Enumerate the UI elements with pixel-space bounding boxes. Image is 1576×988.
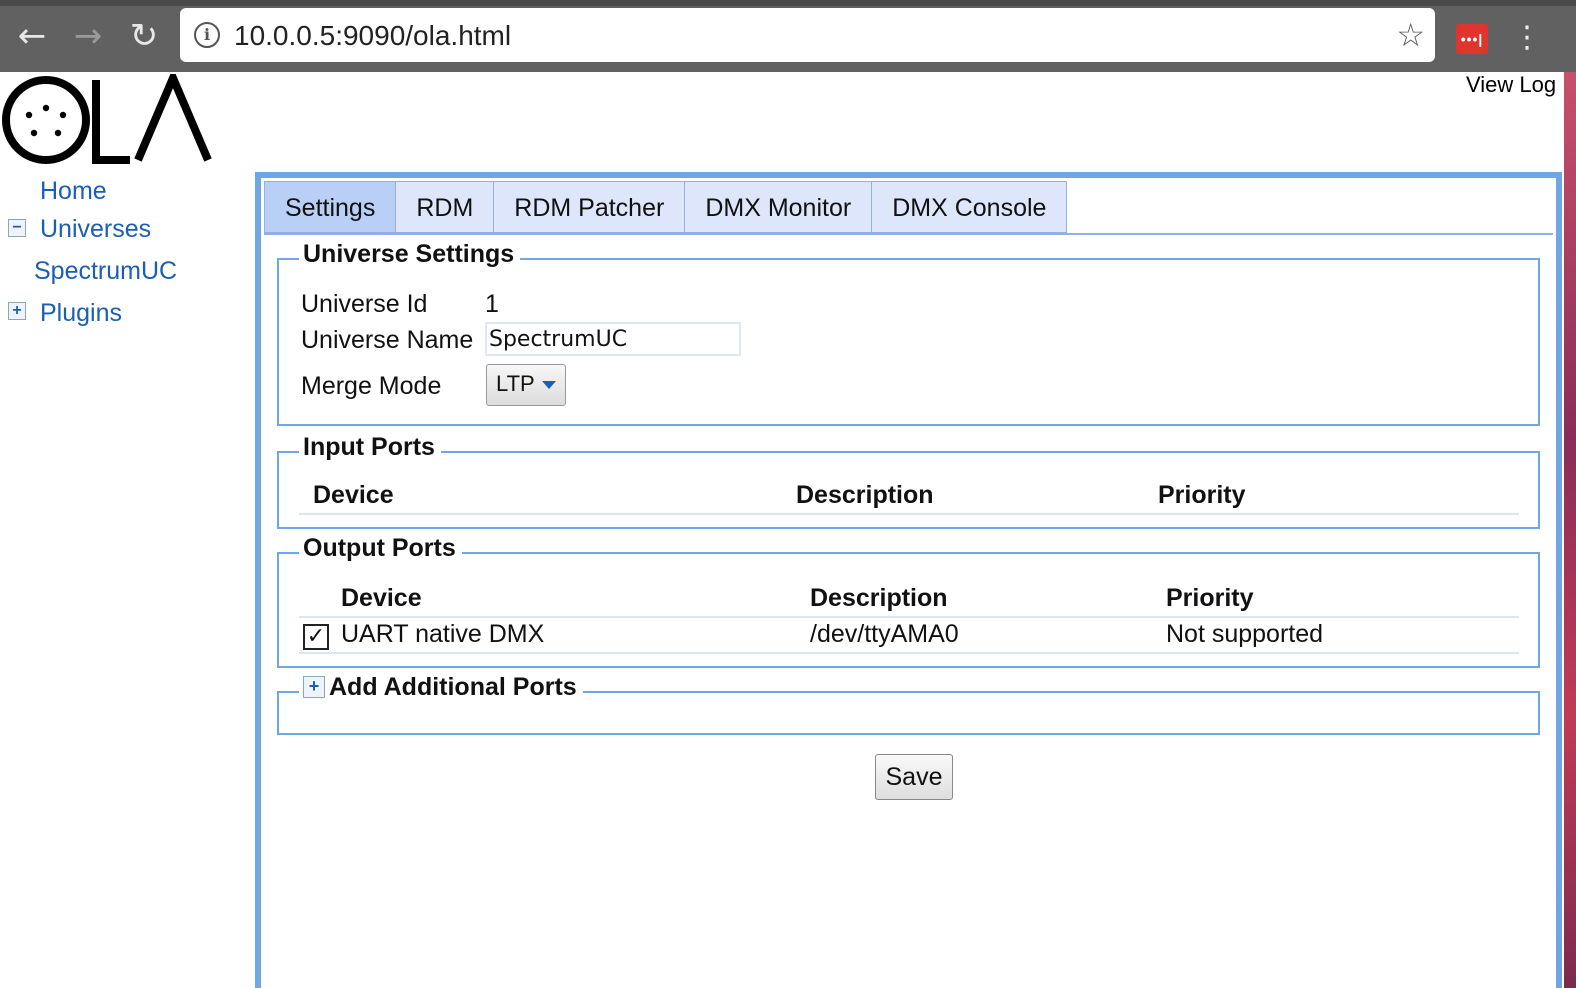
output-priority-cell: Not supported xyxy=(1166,620,1324,648)
tab-rdm[interactable]: RDM xyxy=(396,181,495,233)
input-device-header: Device xyxy=(313,481,394,509)
output-ports-legend: Output Ports xyxy=(299,534,462,563)
expand-icon[interactable]: + xyxy=(303,676,325,698)
output-device-header: Device xyxy=(341,584,422,612)
ola-logo xyxy=(2,74,212,164)
back-arrow-icon[interactable]: ← xyxy=(12,16,52,56)
info-icon[interactable]: i xyxy=(194,22,220,48)
input-priority-header: Priority xyxy=(1158,481,1246,509)
extension-icon[interactable]: •••| xyxy=(1456,24,1488,54)
sidebar-item-universes[interactable]: Universes xyxy=(40,215,151,244)
additional-ports-legend[interactable]: + Add Additional Ports xyxy=(299,673,583,702)
output-ports-section: Output Ports Device Description Priority… xyxy=(277,534,1540,668)
view-log-link[interactable]: View Log xyxy=(1466,72,1556,98)
merge-mode-select[interactable]: LTP xyxy=(486,364,566,406)
universe-settings-section: Universe Settings Universe Id 1 Universe… xyxy=(277,240,1540,426)
tab-settings[interactable]: Settings xyxy=(264,181,397,233)
merge-mode-value: LTP xyxy=(496,371,535,396)
tab-rdm-patcher[interactable]: RDM Patcher xyxy=(494,181,686,233)
output-device-cell: UART native DMX xyxy=(341,620,545,648)
window-edge xyxy=(1564,72,1576,988)
chevron-down-icon xyxy=(542,381,556,389)
input-ports-section: Input Ports Device Description Priority xyxy=(277,433,1540,529)
universe-id-label: Universe Id xyxy=(301,290,428,318)
save-button[interactable]: Save xyxy=(875,754,953,800)
sidebar-item-spectrumuc[interactable]: SpectrumUC xyxy=(34,257,177,286)
input-ports-legend: Input Ports xyxy=(299,433,441,462)
address-bar[interactable]: i 10.0.0.5:9090/ola.html ☆ xyxy=(180,8,1435,62)
tab-dmx-monitor[interactable]: DMX Monitor xyxy=(685,181,873,233)
port-enabled-checkbox[interactable]: ✓ xyxy=(303,624,329,650)
universe-name-input[interactable] xyxy=(485,322,741,356)
bookmark-star-icon[interactable]: ☆ xyxy=(1396,16,1425,54)
sidebar-item-home[interactable]: Home xyxy=(40,177,107,206)
universe-settings-legend: Universe Settings xyxy=(299,240,521,269)
output-header-rule xyxy=(299,616,1519,618)
reload-icon[interactable]: ↻ xyxy=(124,16,164,56)
forward-arrow-icon[interactable]: → xyxy=(68,16,108,56)
browser-menu-icon[interactable]: ⋮ xyxy=(1512,18,1542,58)
input-header-rule xyxy=(299,513,1519,515)
additional-ports-label: Add Additional Ports xyxy=(329,673,577,701)
browser-toolbar: ← → ↻ i 10.0.0.5:9090/ola.html ☆ •••| ⋮ xyxy=(0,0,1576,72)
output-priority-header: Priority xyxy=(1166,584,1254,612)
input-description-header: Description xyxy=(796,481,934,509)
url-text[interactable]: 10.0.0.5:9090/ola.html xyxy=(234,20,511,52)
collapse-icon[interactable]: − xyxy=(8,219,26,237)
tab-dmx-console[interactable]: DMX Console xyxy=(872,181,1068,233)
universe-panel: Settings RDM RDM Patcher DMX Monitor DMX… xyxy=(255,172,1562,988)
universe-id-value: 1 xyxy=(485,290,499,318)
additional-ports-section: + Add Additional Ports xyxy=(277,673,1540,735)
output-description-header: Description xyxy=(810,584,948,612)
tab-divider xyxy=(264,233,1553,235)
output-description-cell: /dev/ttyAMA0 xyxy=(810,620,959,648)
output-row-rule xyxy=(299,652,1519,654)
universe-name-label: Universe Name xyxy=(301,326,474,354)
merge-mode-label: Merge Mode xyxy=(301,372,442,400)
sidebar-item-plugins[interactable]: Plugins xyxy=(40,299,122,328)
expand-icon[interactable]: + xyxy=(8,302,26,320)
tab-bar: Settings RDM RDM Patcher DMX Monitor DMX… xyxy=(264,181,1068,233)
